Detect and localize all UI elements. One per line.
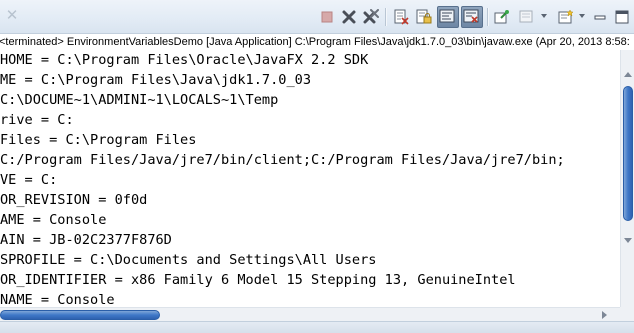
minimize-button[interactable] [590, 7, 610, 27]
toolbar-separator [487, 8, 489, 26]
console-line: ME = C:\Program Files\Java\jdk1.7.0_03 [0, 72, 311, 88]
console-output[interactable]: HOME = C:\Program Files\Oracle\JavaFX 2.… [0, 50, 620, 307]
open-console-button[interactable] [556, 7, 576, 27]
scroll-lock-icon [416, 9, 432, 24]
terminate-icon [321, 11, 333, 23]
terminate-button[interactable] [317, 7, 337, 27]
display-selected-console-button[interactable] [516, 7, 536, 27]
scroll-up-arrow-icon[interactable] [624, 72, 632, 77]
vertical-scrollbar[interactable] [620, 50, 634, 307]
console-toolbar: ✕ [0, 0, 634, 34]
console-line: SPROFILE = C:\Documents and Settings\All… [0, 252, 377, 268]
word-wrap-button[interactable] [437, 6, 459, 28]
console-line: Files = C:\Program Files [0, 132, 197, 148]
maximize-button[interactable] [612, 7, 632, 27]
word-wrap-icon [439, 9, 455, 23]
remove-all-terminated-icon [363, 9, 379, 24]
console-line: OR_REVISION = 0f0d [0, 192, 148, 208]
open-console-icon [558, 9, 574, 24]
vertical-scroll-thumb[interactable] [623, 86, 633, 221]
console-line: HOME = C:\Program Files\Oracle\JavaFX 2.… [0, 52, 369, 68]
pin-console-button[interactable] [492, 7, 512, 27]
remove-launch-button[interactable] [339, 7, 359, 27]
console-line: rive = C: [0, 112, 74, 128]
view-bottom-border [0, 321, 634, 333]
scroll-corner [620, 307, 634, 321]
process-label: <terminated> EnvironmentVariablesDemo [J… [0, 34, 634, 50]
open-console-dropdown[interactable] [579, 14, 585, 18]
display-selected-console-dropdown[interactable] [541, 14, 547, 18]
clear-console-icon [394, 9, 409, 25]
scroll-right-arrow-icon[interactable] [602, 311, 607, 319]
remove-all-terminated-button[interactable] [361, 7, 381, 27]
console-line: NAME = Console [0, 292, 115, 307]
show-console-on-output-icon [463, 9, 479, 23]
horizontal-scrollbar[interactable] [0, 307, 620, 322]
horizontal-scroll-thumb[interactable] [0, 310, 160, 320]
display-selected-console-icon [519, 10, 533, 23]
maximize-icon [615, 10, 629, 24]
close-view-icon[interactable]: ✕ [4, 7, 20, 23]
scroll-lock-button[interactable] [414, 7, 434, 27]
toolbar-separator [385, 8, 387, 26]
console-view: ✕ <terminated> EnvironmentVariablesDemo … [0, 0, 634, 333]
minimize-icon [594, 15, 606, 20]
show-console-on-output-button[interactable] [461, 6, 483, 28]
console-line: AME = Console [0, 212, 107, 228]
console-line: AIN = JB-02C2377F876D [0, 232, 172, 248]
console-line: OR_IDENTIFIER = x86 Family 6 Model 15 St… [0, 272, 516, 288]
clear-console-button[interactable] [391, 7, 411, 27]
remove-launch-icon [342, 10, 356, 24]
console-line: C:/Program Files/Java/jre7/bin/client;C:… [0, 152, 565, 168]
pin-console-icon [494, 10, 509, 24]
scroll-down-arrow-icon[interactable] [624, 238, 632, 243]
console-line: C:\DOCUME~1\ADMINI~1\LOCALS~1\Temp [0, 92, 279, 108]
process-label-text: <terminated> EnvironmentVariablesDemo [J… [0, 36, 630, 48]
console-line: VE = C: [0, 172, 58, 188]
